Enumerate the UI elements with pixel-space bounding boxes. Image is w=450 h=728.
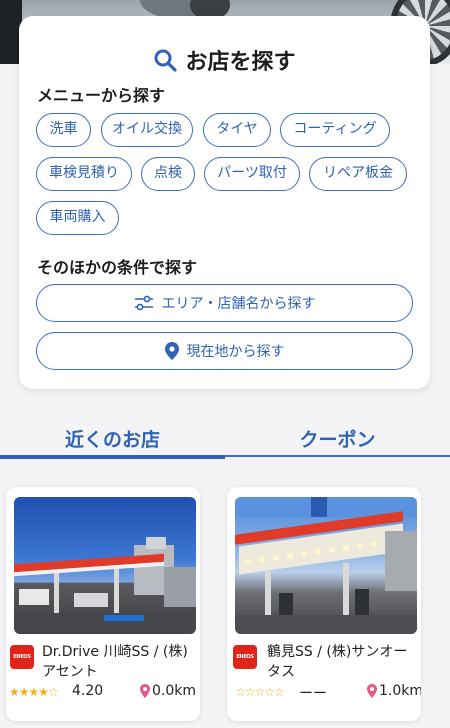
area-store-search-button[interactable]: エリア・店舗名から探す xyxy=(36,284,413,322)
distance: 1.0km xyxy=(367,683,421,699)
chip-coating[interactable]: コーティング xyxy=(280,113,390,147)
chip-checkup[interactable]: 点検 xyxy=(141,157,195,191)
chip-vehicle-purchase[interactable]: 車両購入 xyxy=(36,201,119,235)
chip-oil-change[interactable]: オイル交換 xyxy=(101,113,193,147)
sliders-icon xyxy=(134,295,154,311)
menu-section-label: メニューから探す xyxy=(37,86,166,105)
store-photo xyxy=(14,497,196,634)
chip-tire[interactable]: タイヤ xyxy=(203,113,271,147)
chip-parts-install[interactable]: パーツ取付 xyxy=(204,157,300,191)
store-card[interactable]: ENEOS Dr.Drive 川崎SS / (株)アセント ★★★★☆ 4.20… xyxy=(6,487,200,721)
area-store-search-label: エリア・店舗名から探す xyxy=(161,296,316,312)
other-conditions-label: そのほかの条件で探す xyxy=(37,258,198,277)
chip-repair-bodywork[interactable]: リペア板金 xyxy=(309,157,407,191)
store-search-card: お店を探す メニューから探す 洗車 オイル交換 タイヤ コーティング 車検見積り… xyxy=(19,16,430,389)
rating-value: 4.20 xyxy=(72,683,104,699)
rating-value: ーー xyxy=(299,686,327,702)
tab-coupon[interactable]: クーポン xyxy=(225,420,450,460)
store-photo xyxy=(235,497,417,634)
search-title-text: お店を探す xyxy=(185,50,296,75)
map-pin-icon xyxy=(140,684,150,698)
search-card-title: お店を探す xyxy=(19,44,430,78)
current-location-search-button[interactable]: 現在地から探す xyxy=(36,332,413,370)
distance: 0.0km xyxy=(140,683,196,699)
chip-inspection-estimate[interactable]: 車検見積り xyxy=(36,157,132,191)
search-icon xyxy=(153,48,178,78)
location-pin-icon xyxy=(164,342,179,360)
store-tabs: 近くのお店 クーポン xyxy=(0,420,450,460)
rating-stars: ☆☆☆☆☆ xyxy=(235,685,285,699)
chip-car-wash[interactable]: 洗車 xyxy=(36,113,91,147)
store-card[interactable]: ENEOS 鶴見SS / (株)サンオータス ☆☆☆☆☆ ーー 1.0km xyxy=(227,487,421,721)
tab-nearby-stores[interactable]: 近くのお店 xyxy=(0,420,225,460)
store-name: 鶴見SS / (株)サンオータス xyxy=(267,644,408,680)
active-tab-indicator xyxy=(0,455,225,459)
eneos-logo-icon: ENEOS xyxy=(10,645,34,669)
store-name: Dr.Drive 川崎SS / (株)アセント xyxy=(42,644,188,680)
eneos-logo-icon: ENEOS xyxy=(233,645,257,669)
rating-stars: ★★★★☆ xyxy=(9,685,59,699)
distance-value: 0.0km xyxy=(152,683,197,699)
map-pin-icon xyxy=(367,684,377,698)
distance-value: 1.0km xyxy=(379,683,421,699)
current-location-search-label: 現在地から探す xyxy=(186,344,285,360)
